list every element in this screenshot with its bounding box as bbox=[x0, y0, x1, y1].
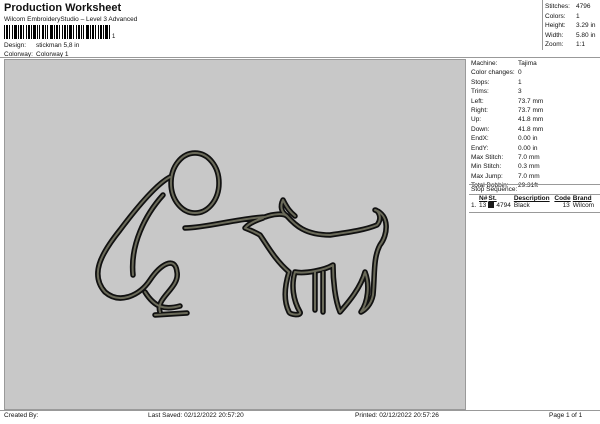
info-endx: EndX: 0.00 in bbox=[471, 135, 538, 143]
row-index: 1. bbox=[471, 202, 477, 209]
design-value: stickman 5,8 in bbox=[36, 42, 80, 49]
info-left: Left: 73.7 mm bbox=[471, 97, 544, 105]
design-label: Design: bbox=[4, 42, 27, 49]
stop-sequence-header: N# St. Description Code Brand bbox=[471, 195, 597, 202]
stop-sequence-title: Stop Sequence: bbox=[471, 186, 518, 193]
table-row: 1. 13 4794 Black 13 Wilcom bbox=[471, 202, 597, 209]
footer-last-saved: Last Saved: 02/12/2022 20:57:20 bbox=[148, 412, 244, 419]
barcode-number: 1 bbox=[112, 34, 116, 40]
col-brand: Brand bbox=[572, 195, 592, 202]
design-row: Design: stickman 5,8 in bbox=[4, 42, 79, 49]
info-color-changes: Color changes: 0 bbox=[471, 69, 522, 77]
footer-page: Page 1 of 1 bbox=[549, 412, 583, 419]
stop-sequence-table: N# St. Description Code Brand 1. 13 4794… bbox=[471, 195, 597, 209]
row-n: 13 bbox=[479, 202, 487, 209]
info-right: Right: 73.7 mm bbox=[471, 107, 544, 115]
stat-stitches: Stitches: 4796 bbox=[545, 3, 591, 10]
info-up: Up: 41.8 mm bbox=[471, 116, 544, 124]
info-min-stitch: Min Stitch: 0.3 mm bbox=[471, 163, 540, 171]
row-code: 13 bbox=[562, 202, 570, 209]
row-brand: Wilcom bbox=[572, 202, 595, 209]
design-preview bbox=[4, 59, 466, 410]
machine-info-panel: Machine: Tajima Color changes: 0 Stops: 1 T… bbox=[471, 59, 597, 191]
row-stitches: 4794 bbox=[488, 202, 513, 209]
footer-created-by: Created By: bbox=[4, 412, 39, 419]
stat-height: Height: 3.29 in bbox=[545, 22, 596, 29]
info-stops: Stops: 1 bbox=[471, 78, 522, 86]
info-machine: Machine: Tajima bbox=[471, 60, 537, 67]
info-endy: EndY: 0.00 in bbox=[471, 144, 538, 152]
col-description: Description bbox=[513, 195, 550, 202]
info-down: Down: 41.8 mm bbox=[471, 125, 544, 133]
info-trims: Trims: 3 bbox=[471, 88, 522, 96]
info-max-jump: Max Jump: 7.0 mm bbox=[471, 172, 540, 180]
footer-printed: Printed: 02/12/2022 20:57:26 bbox=[355, 412, 439, 419]
col-n: N# bbox=[479, 195, 488, 202]
stat-width: Width: 5.80 in bbox=[545, 31, 596, 39]
barcode-image bbox=[4, 25, 110, 39]
stat-zoom: Zoom: 1:1 bbox=[545, 41, 586, 48]
stats-panel: Stitches: 4796 Colors: 1 Height: 3.29 in Wi… bbox=[545, 2, 596, 50]
software-subtitle: Wilcom EmbroideryStudio – Level 3 Advanc… bbox=[4, 16, 138, 23]
color-swatch bbox=[488, 202, 495, 208]
col-st: St. bbox=[488, 195, 497, 202]
row-description: Black bbox=[513, 202, 530, 209]
info-max-stitch: Max Stitch: 7.0 mm bbox=[471, 154, 540, 162]
stat-colors: Colors: 1 bbox=[545, 12, 580, 20]
col-code: Code bbox=[554, 195, 571, 202]
page-title: Production Worksheet bbox=[4, 2, 122, 14]
stickman-dog-embroidery bbox=[95, 150, 389, 318]
